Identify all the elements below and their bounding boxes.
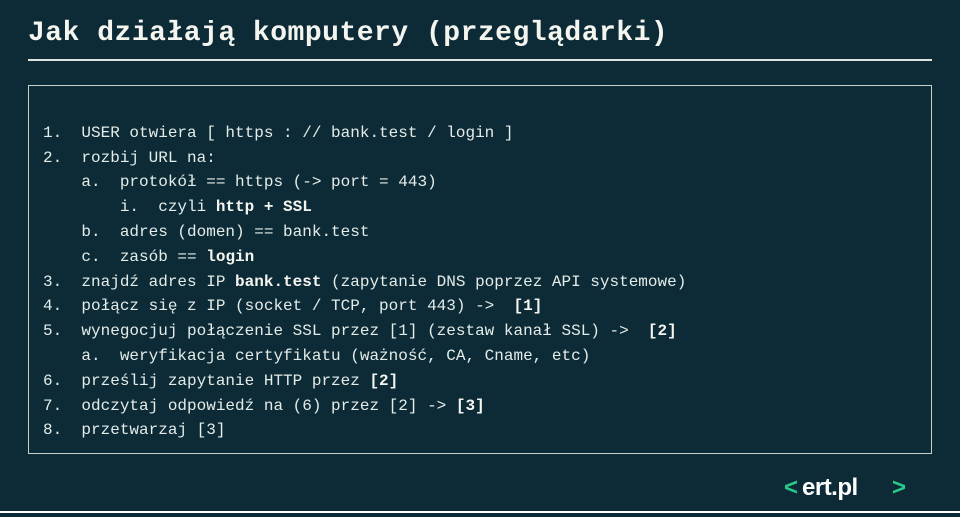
line-3b-bold: http + SSL — [216, 198, 312, 216]
line-5-bold: bank.test — [235, 273, 321, 291]
slide-title: Jak działają komputery (przeglądarki) — [28, 18, 932, 59]
logo-text: ert.pl — [802, 474, 858, 501]
line-9-bold: [2] — [369, 372, 398, 390]
cert-pl-logo: < ert.pl > — [784, 473, 924, 503]
line-10-pre: 7. odczytaj odpowiedź na (6) przez [2] -… — [43, 397, 456, 415]
line-8: a. weryfikacja certyfikatu (ważność, CA,… — [43, 347, 590, 365]
line-3a: a. protokół == https (-> port = 443) — [43, 173, 437, 191]
title-divider — [28, 59, 932, 61]
logo-angle-close: > — [892, 474, 906, 501]
line-10: 7. odczytaj odpowiedź na (6) przez [2] -… — [43, 397, 485, 415]
line-3b-pre: i. czyli — [43, 198, 216, 216]
line-7-pre: 5. wynegocjuj połączenie SSL przez [1] (… — [43, 322, 648, 340]
line-9-pre: 6. prześlij zapytanie HTTP przez — [43, 372, 369, 390]
line-7-bold: [2] — [648, 322, 677, 340]
line-5-pre: 3. znajdź adres IP — [43, 273, 235, 291]
line-6-pre: 4. połącz się z IP (socket / TCP, port 4… — [43, 297, 513, 315]
line-1: 1. USER otwiera [ https : // bank.test /… — [43, 124, 513, 142]
line-4a: b. adres (domen) == bank.test — [43, 223, 369, 241]
line-3b: i. czyli http + SSL — [43, 198, 312, 216]
content-box: 1. USER otwiera [ https : // bank.test /… — [28, 85, 932, 454]
line-5-post: (zapytanie DNS poprzez API systemowe) — [321, 273, 686, 291]
line-5: 3. znajdź adres IP bank.test (zapytanie … — [43, 273, 686, 291]
line-9: 6. prześlij zapytanie HTTP przez [2] — [43, 372, 398, 390]
footer-divider — [0, 511, 960, 513]
logo-svg: < ert.pl > — [784, 473, 924, 503]
line-6: 4. połącz się z IP (socket / TCP, port 4… — [43, 297, 542, 315]
line-10-bold: [3] — [456, 397, 485, 415]
line-7: 5. wynegocjuj połączenie SSL przez [1] (… — [43, 322, 677, 340]
line-6-bold: [1] — [513, 297, 542, 315]
line-4b: c. zasób == login — [43, 248, 254, 266]
logo-angle-open: < — [784, 474, 798, 501]
line-2: 2. rozbij URL na: — [43, 149, 216, 167]
line-4b-bold: login — [206, 248, 254, 266]
line-11: 8. przetwarzaj [3] — [43, 421, 225, 439]
line-4b-pre: c. zasób == — [43, 248, 206, 266]
